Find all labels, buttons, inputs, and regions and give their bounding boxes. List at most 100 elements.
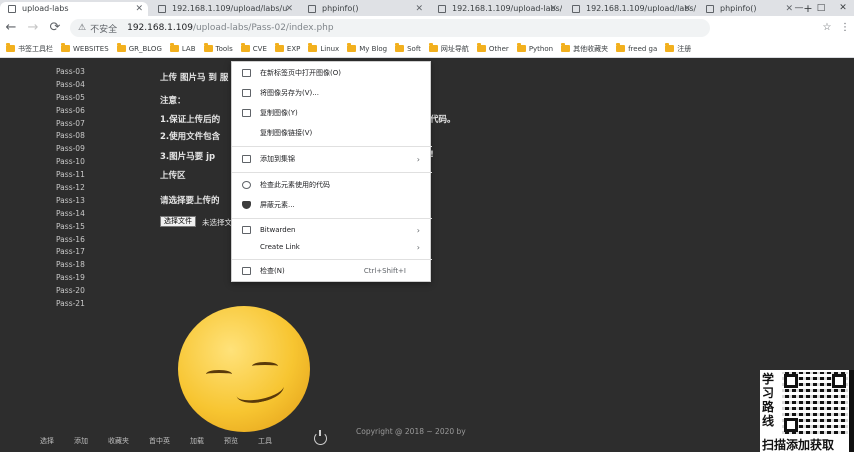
sidebar-item-pass-07[interactable]: Pass-07 [56, 118, 85, 131]
security-label[interactable]: 不安全 [90, 22, 117, 35]
url-path: /upload-labs/Pass-02/index.php [192, 23, 334, 33]
bookmark-folder[interactable]: WEBSITES [61, 43, 109, 53]
menu-item-inspect[interactable]: 检查(N) Ctrl+Shift+I [232, 264, 432, 278]
sidebar-item-pass-05[interactable]: Pass-05 [56, 92, 85, 105]
close-window-icon[interactable]: ✕ [832, 0, 854, 16]
sidebar-item-pass-06[interactable]: Pass-06 [56, 105, 85, 118]
menu-item-create-link[interactable]: Create Link › [232, 240, 432, 254]
bottom-item[interactable]: 工具 [258, 436, 272, 446]
note-1: 1.保证上传后的 [160, 115, 221, 125]
bookmark-folder[interactable]: Python [516, 43, 553, 53]
bottom-item[interactable]: 首中英 [149, 436, 170, 446]
choose-file-button[interactable]: 选择文件 [160, 216, 196, 227]
bookmarks-bar: 书签工具栏 WEBSITES GR_BLOG LAB Tools CVE EXP… [0, 40, 854, 58]
sidebar-item-pass-11[interactable]: Pass-11 [56, 169, 85, 182]
bookmark-label: Soft [407, 44, 421, 53]
page-favicon-icon [308, 5, 316, 13]
sidebar-item-pass-15[interactable]: Pass-15 [56, 221, 85, 234]
folder-icon [428, 43, 438, 52]
close-tab-icon[interactable]: ✕ [549, 2, 557, 16]
bookmark-label: LAB [181, 44, 196, 53]
inspect-code-icon [242, 181, 251, 189]
sidebar-item-pass-19[interactable]: Pass-19 [56, 272, 85, 285]
bottom-item[interactable]: 预览 [224, 436, 238, 446]
bookmark-folder[interactable]: freed ga [616, 43, 657, 53]
folder-icon [274, 43, 284, 52]
minimize-icon[interactable]: — [788, 0, 810, 16]
qr-finder [784, 374, 798, 388]
tab-upload-3[interactable]: 192.168.1.109/upload/labs/u ✕ [564, 2, 696, 16]
smiley-image[interactable] [178, 306, 310, 432]
bookmark-folder[interactable]: 网址导航 [428, 43, 469, 54]
forward-icon[interactable]: → [22, 17, 44, 39]
bookmark-folder[interactable]: Linux [308, 43, 339, 53]
reload-icon[interactable]: ⟳ [44, 17, 66, 39]
folder-icon [616, 43, 626, 52]
menu-item-copy-image[interactable]: 复制图像(Y) [232, 106, 432, 120]
bottom-item[interactable]: 添加 [74, 436, 88, 446]
warning-icon[interactable]: ⚠ [78, 23, 86, 33]
star-icon[interactable]: ☆ [818, 19, 836, 37]
tab-upload-1[interactable]: 192.168.1.109/upload/labs/u ✕ [150, 2, 298, 16]
bottom-item[interactable]: 选择 [40, 436, 54, 446]
bookmark-folder[interactable]: CVE [240, 43, 267, 53]
close-tab-icon[interactable]: ✕ [285, 2, 293, 16]
toolbar-actions: ☆ ⋮ [818, 19, 854, 37]
sidebar-item-pass-08[interactable]: Pass-08 [56, 130, 85, 143]
address-bar[interactable]: ⚠ 不安全 192.168.1.109 /upload-labs/Pass-02… [70, 19, 710, 37]
submenu-chevron-icon: › [416, 242, 420, 252]
qr-promo: 学习路线 扫描添加获取 [760, 370, 854, 452]
bookmark-folder[interactable]: EXP [274, 43, 300, 53]
sidebar-item-pass-21[interactable]: Pass-21 [56, 298, 85, 311]
close-tab-icon[interactable]: ✕ [683, 2, 691, 16]
close-tab-icon[interactable]: ✕ [135, 2, 143, 16]
tab-title: 192.168.1.109/upload-labs/u [452, 4, 562, 13]
bookmark-folder[interactable]: GR_BLOG [116, 43, 162, 53]
sidebar-item-pass-14[interactable]: Pass-14 [56, 208, 85, 221]
close-tab-icon[interactable]: ✕ [415, 2, 423, 16]
bookmark-item[interactable]: 注册 [665, 43, 691, 54]
menu-item-open-image-new-tab[interactable]: 在新标签页中打开图像(O) [232, 66, 432, 80]
bookmark-folder[interactable]: 书签工具栏 [6, 43, 53, 54]
menu-item-add-to-collections[interactable]: 添加到集锦 › [232, 152, 432, 166]
tab-upload-labs[interactable]: upload-labs ✕ [0, 2, 148, 16]
power-icon[interactable] [314, 430, 327, 445]
sidebar-item-pass-12[interactable]: Pass-12 [56, 182, 85, 195]
menu-separator [232, 146, 432, 147]
menu-item-bitwarden[interactable]: Bitwarden › [232, 223, 432, 237]
folder-icon [665, 43, 675, 52]
bookmark-folder[interactable]: Tools [203, 43, 233, 53]
menu-item-copy-image-link[interactable]: 复制图像链接(V) [232, 126, 432, 140]
tab-upload-2[interactable]: 192.168.1.109/upload-labs/u ✕ [430, 2, 562, 16]
maximize-icon[interactable]: □ [810, 0, 832, 16]
sidebar-item-pass-03[interactable]: Pass-03 [56, 66, 85, 79]
tab-phpinfo-2[interactable]: phpinfo() ✕ [698, 2, 798, 16]
inspect-icon [242, 267, 251, 275]
sidebar-item-pass-17[interactable]: Pass-17 [56, 246, 85, 259]
bookmark-folder[interactable]: 其他收藏夹 [561, 43, 608, 54]
tab-phpinfo-1[interactable]: phpinfo() ✕ [300, 2, 428, 16]
back-icon[interactable]: ← [0, 17, 22, 39]
qr-finder [784, 418, 798, 432]
bookmark-label: 书签工具栏 [18, 44, 53, 53]
menu-item-save-image-as[interactable]: 将图像另存为(V)... [232, 86, 432, 100]
sidebar-item-pass-10[interactable]: Pass-10 [56, 156, 85, 169]
sidebar-item-pass-18[interactable]: Pass-18 [56, 259, 85, 272]
bookmark-folder[interactable]: My Blog [347, 43, 387, 53]
sidebar-item-pass-09[interactable]: Pass-09 [56, 143, 85, 156]
sidebar-item-pass-04[interactable]: Pass-04 [56, 79, 85, 92]
menu-item-inspect-code[interactable]: 检查此元素使用的代码 [232, 178, 432, 192]
bottom-item[interactable]: 收藏夹 [108, 436, 129, 446]
bottom-item[interactable]: 加载 [190, 436, 204, 446]
context-menu: 在新标签页中打开图像(O) 将图像另存为(V)... 复制图像(Y) 复制图像链… [231, 61, 432, 282]
sidebar-item-pass-20[interactable]: Pass-20 [56, 285, 85, 298]
bookmark-folder[interactable]: Soft [395, 43, 421, 53]
menu-icon[interactable]: ⋮ [836, 19, 854, 37]
bookmark-folder[interactable]: Other [476, 43, 509, 53]
menu-item-block-element[interactable]: 屏蔽元素... [232, 198, 432, 212]
tab-title: phpinfo() [720, 4, 757, 13]
sidebar-item-pass-13[interactable]: Pass-13 [56, 195, 85, 208]
bookmark-folder[interactable]: LAB [169, 43, 196, 53]
sidebar-item-pass-16[interactable]: Pass-16 [56, 234, 85, 247]
block-element-icon [242, 201, 251, 209]
